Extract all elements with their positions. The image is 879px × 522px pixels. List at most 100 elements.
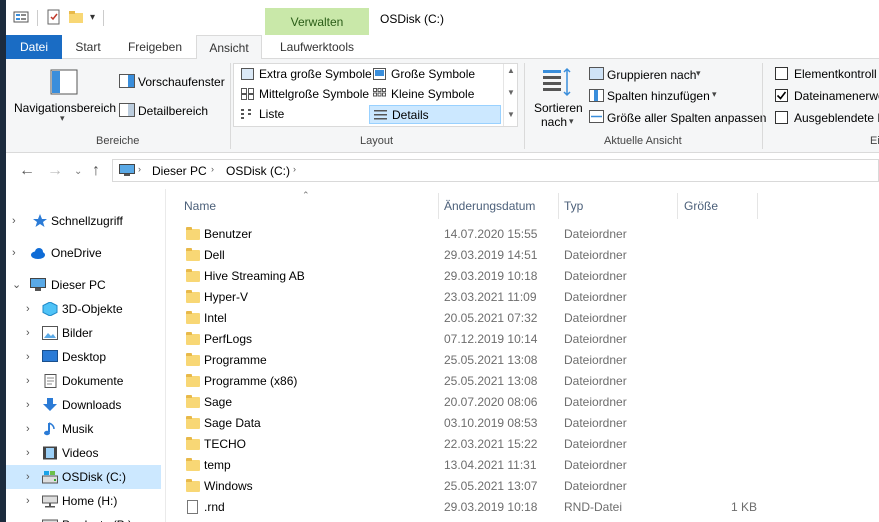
layout-gallery: Extra große Symbole Große Symbole Mittel… — [233, 63, 518, 127]
expand-chevron-icon[interactable]: › — [26, 489, 30, 513]
file-date: 13.04.2021 11:31 — [444, 458, 537, 472]
column-header-type[interactable]: Typ — [564, 189, 583, 223]
context-tab-verwalten[interactable]: Verwalten — [265, 8, 369, 35]
expand-chevron-icon[interactable]: › — [12, 209, 16, 233]
file-row[interactable]: Dell 29.03.2019 14:51 Dateiordner — [176, 245, 776, 266]
layout-extra-large-icons[interactable]: Extra große Symbole — [237, 65, 372, 84]
layout-details[interactable]: Details — [369, 105, 501, 124]
expand-chevron-icon[interactable]: › — [12, 241, 16, 265]
expand-chevron-icon[interactable]: › — [26, 465, 30, 489]
file-row[interactable]: temp 13.04.2021 11:31 Dateiordner — [176, 455, 776, 476]
file-row[interactable]: Hyper-V 23.03.2021 11:09 Dateiordner — [176, 287, 776, 308]
cloud-icon — [31, 248, 45, 259]
scroll-up-icon[interactable]: ▲ — [507, 66, 515, 75]
nav-item-downloads[interactable]: › Downloads — [6, 393, 161, 417]
nav-item-schnellzugriff[interactable]: › Schnellzugriff — [6, 209, 161, 233]
column-divider[interactable] — [677, 193, 678, 219]
size-all-columns-button[interactable]: Größe aller Spalten anpassen — [607, 111, 766, 125]
expand-chevron-icon[interactable]: › — [26, 321, 30, 345]
checkmark-document-icon[interactable] — [46, 9, 62, 25]
file-row[interactable]: TECHO 22.03.2021 15:22 Dateiordner — [176, 434, 776, 455]
file-extensions-checkbox[interactable] — [775, 89, 788, 102]
navigation-pane-button[interactable]: Navigationsbereich — [14, 101, 116, 115]
qat-dropdown-icon[interactable]: ▾ — [90, 12, 95, 23]
nav-item-desktop[interactable]: › Desktop — [6, 345, 161, 369]
breadcrumb-chevron-icon[interactable]: › — [211, 164, 214, 174]
new-folder-icon[interactable] — [68, 9, 84, 25]
breadcrumb-chevron-icon[interactable]: › — [138, 164, 141, 174]
recent-locations-icon[interactable]: ⌄ — [74, 166, 82, 177]
tab-freigeben[interactable]: Freigeben — [119, 35, 191, 59]
file-row[interactable]: Sage Data 03.10.2019 08:53 Dateiordner — [176, 413, 776, 434]
column-header-size[interactable]: Größe — [684, 189, 718, 223]
layout-medium-icons[interactable]: Mittelgroße Symbole — [237, 85, 369, 104]
column-divider[interactable] — [558, 193, 559, 219]
file-row[interactable]: .rnd 29.03.2019 10:18 RND-Datei 1 KB — [176, 497, 776, 518]
sort-by-label[interactable]: Sortieren — [534, 101, 583, 115]
file-name: Windows — [204, 479, 253, 493]
layout-list[interactable]: Liste — [237, 105, 367, 124]
file-row[interactable]: Windows 25.05.2021 13:07 Dateiordner — [176, 476, 776, 497]
navigation-pane-dropdown-icon[interactable]: ▾ — [60, 113, 65, 124]
details-pane-button[interactable]: Detailbereich — [138, 104, 208, 118]
expand-chevron-icon[interactable]: › — [26, 441, 30, 465]
sort-by-label-2[interactable]: nach — [541, 115, 567, 129]
back-arrow-icon[interactable]: ← — [19, 162, 35, 180]
file-row[interactable]: PerfLogs 07.12.2019 10:14 Dateiordner — [176, 329, 776, 350]
expand-chevron-icon[interactable]: › — [26, 417, 30, 441]
item-checkboxes-checkbox[interactable] — [775, 67, 788, 80]
nav-item-home[interactable]: › Home (H:) — [6, 489, 161, 513]
preview-pane-button[interactable]: Vorschaufenster — [138, 75, 225, 89]
collapse-chevron-icon[interactable]: ⌄ — [12, 273, 21, 297]
gallery-expand-icon[interactable]: ▼ — [507, 110, 515, 119]
expand-chevron-icon[interactable]: › — [26, 369, 30, 393]
layout-gallery-scroll[interactable]: ▲ ▼ ▼ — [503, 64, 518, 126]
file-row[interactable]: Programme (x86) 25.05.2021 13:08 Dateiordn… — [176, 371, 776, 392]
tab-laufwerktools[interactable]: Laufwerktools — [269, 35, 365, 59]
nav-item-onedrive[interactable]: › OneDrive — [6, 241, 161, 265]
hidden-items-checkbox[interactable] — [775, 111, 788, 124]
nav-item-osdisk[interactable]: › OSDisk (C:) — [6, 465, 161, 489]
properties-icon[interactable] — [13, 9, 29, 25]
nav-item-videos[interactable]: › Videos — [6, 441, 161, 465]
sort-dropdown-icon[interactable]: ▾ — [569, 116, 574, 127]
layout-large-icons[interactable]: Große Symbole — [369, 65, 499, 84]
expand-chevron-icon[interactable]: › — [26, 297, 30, 321]
file-row[interactable]: Benutzer 14.07.2020 15:55 Dateiordner — [176, 224, 776, 245]
group-by-dropdown-icon[interactable]: ▾ — [696, 68, 701, 79]
column-divider[interactable] — [438, 193, 439, 219]
column-header-date[interactable]: Änderungsdatum — [444, 189, 535, 223]
add-columns-dropdown-icon[interactable]: ▾ — [712, 89, 717, 100]
tab-start[interactable]: Start — [66, 35, 110, 59]
ribbon-separator — [762, 63, 763, 149]
expand-chevron-icon[interactable]: › — [26, 513, 30, 522]
forward-arrow-icon[interactable]: → — [47, 162, 63, 180]
nav-item-3d-objects[interactable]: › 3D-Objekte — [6, 297, 161, 321]
column-header-name[interactable]: Name — [184, 189, 216, 223]
file-row[interactable]: Programme 25.05.2021 13:08 Dateiordner — [176, 350, 776, 371]
group-by-button[interactable]: Gruppieren nach — [607, 68, 696, 82]
up-arrow-icon[interactable]: ↑ — [92, 162, 100, 180]
address-bar[interactable]: › Dieser PC › OSDisk (C:) › — [112, 159, 879, 182]
breadcrumb-osdisk[interactable]: OSDisk (C:) — [226, 164, 290, 178]
folder-icon — [186, 311, 200, 324]
column-divider[interactable] — [757, 193, 758, 219]
nav-item-documents[interactable]: › Dokumente — [6, 369, 161, 393]
scroll-down-icon[interactable]: ▼ — [507, 88, 515, 97]
nav-item-pictures[interactable]: › Bilder — [6, 321, 161, 345]
file-row[interactable]: Hive Streaming AB 29.03.2019 10:18 Dateior… — [176, 266, 776, 287]
add-columns-button[interactable]: Spalten hinzufügen — [607, 89, 710, 103]
nav-item-products[interactable]: › Products (P:) — [6, 513, 161, 522]
nav-item-music[interactable]: › Musik — [6, 417, 161, 441]
tab-datei[interactable]: Datei — [6, 35, 62, 59]
expand-chevron-icon[interactable]: › — [26, 345, 30, 369]
tab-ansicht[interactable]: Ansicht — [196, 35, 262, 60]
expand-chevron-icon[interactable]: › — [26, 393, 30, 417]
file-row[interactable]: Sage 20.07.2020 08:06 Dateiordner — [176, 392, 776, 413]
file-row[interactable]: Intel 20.05.2021 07:32 Dateiordner — [176, 308, 776, 329]
breadcrumb-this-pc[interactable]: Dieser PC — [152, 164, 207, 178]
folder-icon — [186, 395, 200, 408]
breadcrumb-chevron-icon[interactable]: › — [293, 164, 296, 174]
nav-item-this-pc[interactable]: ⌄ Dieser PC — [6, 273, 161, 297]
layout-small-icons[interactable]: Kleine Symbole — [369, 85, 499, 104]
